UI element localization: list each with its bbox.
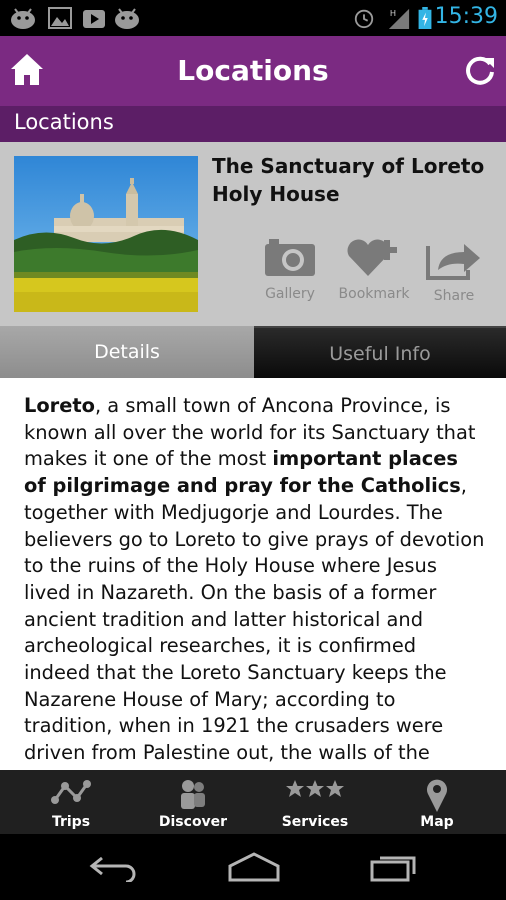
map-pin-icon [427, 779, 447, 812]
description-paragraph: Loreto, a small town of Ancona Province,… [0, 378, 506, 767]
description-text-continued: , together with Medjugorje and Lourdes. … [24, 474, 485, 765]
battery-icon [418, 7, 432, 29]
home-nav-icon[interactable] [226, 852, 282, 882]
share-label: Share [433, 288, 475, 304]
android-icon [11, 8, 35, 29]
tab-details[interactable]: Details [0, 326, 254, 378]
nav-map-label: Map [420, 814, 454, 830]
people-icon [181, 780, 205, 809]
description-bold-place: Loreto [24, 394, 95, 417]
svg-text:H: H [390, 8, 396, 18]
location-title: The Sanctuary of Loreto Holy House [212, 154, 485, 206]
share-icon [426, 244, 480, 280]
status-bar: H 15:39 [0, 0, 506, 36]
bottom-navigation: Trips Discover Services Map [0, 770, 506, 834]
page-title: Locations [177, 54, 329, 87]
nav-discover-label: Discover [158, 814, 228, 830]
image-icon [48, 7, 72, 29]
play-store-icon [83, 10, 105, 28]
share-button[interactable]: Share [416, 236, 492, 304]
tab-useful-info[interactable]: Useful Info [254, 326, 506, 378]
route-icon [51, 780, 91, 804]
nav-map[interactable]: Map [392, 770, 482, 834]
clock: 15:39 [434, 4, 498, 29]
refresh-icon[interactable] [464, 54, 496, 86]
signal-icon: H [388, 8, 410, 29]
action-bar: Locations [0, 36, 506, 106]
section-header: Locations [0, 106, 506, 142]
android-icon [115, 8, 139, 29]
alarm-icon [354, 9, 374, 29]
location-photo [14, 156, 198, 312]
location-header: The Sanctuary of Loreto Holy House Galle… [0, 142, 506, 326]
heart-plus-icon [347, 239, 397, 276]
gallery-label: Gallery [265, 286, 315, 302]
camera-icon [265, 239, 315, 276]
back-icon[interactable] [88, 852, 138, 882]
tab-bar: Details Useful Info [0, 326, 506, 378]
system-navigation-bar [0, 834, 506, 900]
stars-icon [286, 780, 344, 797]
bookmark-label: Bookmark [338, 286, 410, 302]
nav-discover[interactable]: Discover [148, 770, 238, 834]
section-header-label: Locations [14, 110, 114, 134]
nav-trips[interactable]: Trips [26, 770, 116, 834]
details-content: Loreto, a small town of Ancona Province,… [0, 378, 506, 770]
gallery-button[interactable]: Gallery [252, 236, 328, 302]
nav-services[interactable]: Services [270, 770, 360, 834]
nav-trips-label: Trips [51, 814, 91, 830]
nav-services-label: Services [281, 814, 349, 830]
recent-apps-icon[interactable] [368, 852, 420, 882]
bookmark-button[interactable]: Bookmark [336, 236, 412, 302]
